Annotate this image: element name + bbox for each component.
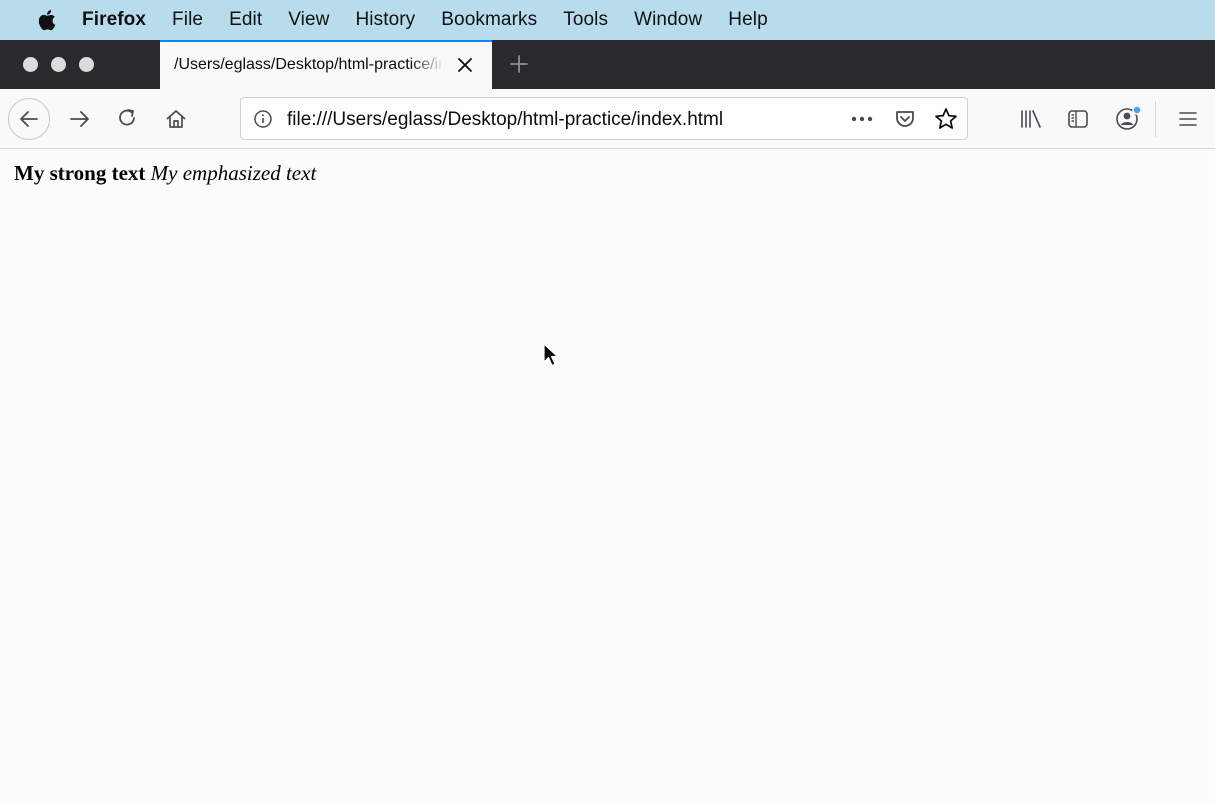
forward-arrow-icon[interactable] bbox=[68, 108, 92, 130]
toolbar-separator bbox=[1155, 101, 1156, 137]
star-icon[interactable] bbox=[933, 106, 959, 132]
back-button[interactable] bbox=[8, 98, 50, 140]
tab-title: /Users/eglass/Desktop/html-practice/inde… bbox=[174, 56, 442, 73]
emphasized-text: My emphasized text bbox=[150, 161, 317, 185]
window-zoom-button[interactable] bbox=[79, 57, 94, 72]
tab-strip: /Users/eglass/Desktop/html-practice/inde… bbox=[0, 40, 1215, 89]
ellipsis-icon[interactable] bbox=[849, 112, 875, 126]
nav-toolbar: file:///Users/eglass/Desktop/html-practi… bbox=[0, 89, 1215, 149]
url-bar[interactable]: file:///Users/eglass/Desktop/html-practi… bbox=[240, 97, 968, 140]
menu-bar: Firefox File Edit View History Bookmarks… bbox=[0, 0, 1215, 40]
strong-text: My strong text bbox=[14, 161, 146, 185]
hamburger-menu-icon[interactable] bbox=[1177, 108, 1199, 130]
pocket-icon[interactable] bbox=[893, 107, 917, 131]
home-icon[interactable] bbox=[164, 107, 188, 131]
page-text-line: My strong text My emphasized text bbox=[14, 161, 316, 186]
menu-file[interactable]: File bbox=[172, 9, 203, 31]
back-arrow-icon bbox=[20, 111, 38, 127]
plus-icon[interactable] bbox=[508, 53, 530, 75]
menu-tools[interactable]: Tools bbox=[563, 9, 608, 31]
info-icon[interactable] bbox=[253, 109, 273, 129]
menu-bookmarks[interactable]: Bookmarks bbox=[441, 9, 537, 31]
menu-edit[interactable]: Edit bbox=[229, 9, 262, 31]
menu-app-firefox[interactable]: Firefox bbox=[82, 9, 146, 31]
window-minimize-button[interactable] bbox=[51, 57, 66, 72]
menu-window[interactable]: Window bbox=[634, 9, 702, 31]
sidebar-icon[interactable] bbox=[1066, 107, 1090, 131]
account-icon[interactable] bbox=[1114, 104, 1144, 132]
mouse-cursor-icon bbox=[543, 343, 559, 367]
tab-active[interactable]: /Users/eglass/Desktop/html-practice/inde… bbox=[160, 40, 492, 89]
menu-history[interactable]: History bbox=[355, 9, 415, 31]
url-text[interactable]: file:///Users/eglass/Desktop/html-practi… bbox=[287, 109, 723, 131]
menu-help[interactable]: Help bbox=[728, 9, 767, 31]
tab-title-fade bbox=[410, 48, 444, 84]
menu-view[interactable]: View bbox=[288, 9, 329, 31]
apple-logo-icon[interactable] bbox=[36, 8, 60, 32]
page-content: My strong text My emphasized text bbox=[0, 149, 1215, 803]
close-icon[interactable] bbox=[456, 56, 474, 74]
library-icon[interactable] bbox=[1019, 108, 1043, 130]
window-close-button[interactable] bbox=[23, 57, 38, 72]
reload-icon[interactable] bbox=[117, 107, 139, 129]
